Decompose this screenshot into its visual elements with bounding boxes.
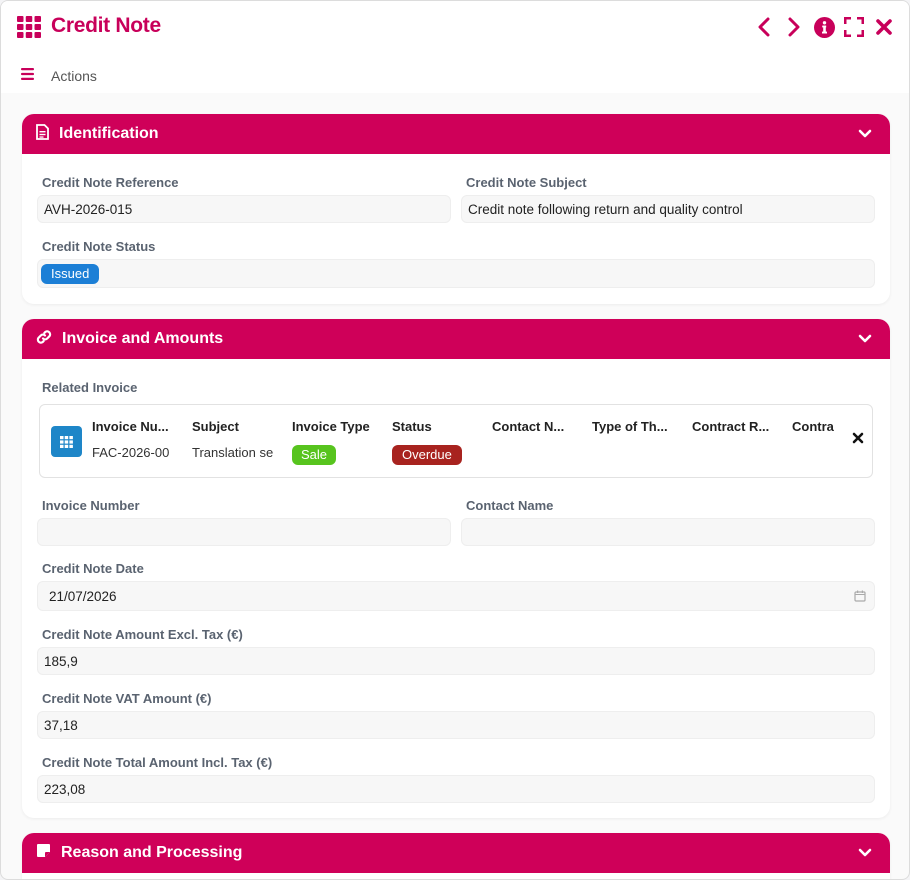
page-title: Credit Note bbox=[51, 14, 161, 37]
invoice-amounts-header[interactable]: Invoice and Amounts bbox=[22, 319, 890, 359]
identification-header[interactable]: Identification bbox=[22, 114, 890, 154]
section-title: Reason and Processing bbox=[61, 844, 243, 861]
date-value: 21/07/2026 bbox=[49, 588, 117, 604]
date-label: Credit Note Date bbox=[42, 561, 144, 576]
chevron-right-icon[interactable] bbox=[783, 16, 805, 38]
date-field[interactable]: 21/07/2026 bbox=[37, 581, 875, 611]
column-header: Type of Th... bbox=[592, 419, 668, 434]
note-icon bbox=[36, 843, 51, 863]
status-field[interactable]: Issued bbox=[37, 259, 875, 288]
status-cell: Overdue bbox=[392, 445, 462, 465]
total-field[interactable]: 223,08 bbox=[37, 775, 875, 803]
invoice-number-field[interactable] bbox=[37, 518, 451, 546]
chevron-down-icon[interactable] bbox=[858, 126, 872, 144]
column-header: Status bbox=[392, 419, 432, 434]
related-invoice-card[interactable]: Invoice Nu... Subject Invoice Type Statu… bbox=[39, 404, 873, 478]
contact-name-label: Contact Name bbox=[466, 498, 554, 513]
amount-excl-label: Credit Note Amount Excl. Tax (€) bbox=[42, 627, 243, 642]
subject-field[interactable]: Credit note following return and quality… bbox=[461, 195, 875, 223]
chevron-down-icon[interactable] bbox=[858, 845, 872, 863]
column-header: Contact N... bbox=[492, 419, 565, 434]
section-title: Identification bbox=[59, 125, 159, 142]
table-icon bbox=[51, 426, 82, 457]
close-icon[interactable] bbox=[873, 16, 895, 38]
credit-note-window: Credit Note Actions Identification Credi… bbox=[0, 0, 910, 880]
calendar-icon[interactable] bbox=[854, 590, 866, 605]
overdue-badge: Overdue bbox=[392, 445, 462, 465]
related-invoice-label: Related Invoice bbox=[42, 380, 138, 395]
column-header: Subject bbox=[192, 419, 239, 434]
window-controls bbox=[753, 16, 895, 38]
column-header: Invoice Type bbox=[292, 419, 370, 434]
menu-icon[interactable] bbox=[21, 67, 35, 85]
contact-name-field[interactable] bbox=[461, 518, 875, 546]
vat-field[interactable]: 37,18 bbox=[37, 711, 875, 739]
reason-processing-header[interactable]: Reason and Processing bbox=[22, 833, 890, 873]
invoice-type-badge: Sale bbox=[292, 445, 337, 465]
reason-processing-section: Reason and Processing bbox=[22, 833, 890, 879]
invoice-number-cell: FAC-2026-00 bbox=[92, 445, 170, 460]
status-badge: Issued bbox=[41, 263, 100, 284]
link-icon bbox=[36, 329, 52, 350]
grid-icon bbox=[17, 16, 41, 38]
invoice-type-cell: Sale bbox=[292, 445, 337, 465]
actions-label[interactable]: Actions bbox=[51, 68, 97, 84]
vat-label: Credit Note VAT Amount (€) bbox=[42, 691, 212, 706]
actions-menu[interactable]: Actions bbox=[21, 67, 97, 85]
fullscreen-icon[interactable] bbox=[843, 16, 865, 38]
reference-label: Credit Note Reference bbox=[42, 175, 179, 190]
top-bar: Credit Note Actions bbox=[1, 1, 909, 93]
remove-icon[interactable] bbox=[852, 431, 864, 449]
total-label: Credit Note Total Amount Incl. Tax (€) bbox=[42, 755, 273, 770]
chevron-left-icon[interactable] bbox=[753, 16, 775, 38]
invoice-number-label: Invoice Number bbox=[42, 498, 140, 513]
identification-section: Identification Credit Note Reference AVH… bbox=[22, 114, 890, 304]
subject-label: Credit Note Subject bbox=[466, 175, 587, 190]
column-header: Invoice Nu... bbox=[92, 419, 169, 434]
column-header: Contract R... bbox=[692, 419, 770, 434]
column-header: Contra bbox=[792, 419, 834, 434]
document-icon bbox=[36, 123, 49, 145]
chevron-down-icon[interactable] bbox=[858, 331, 872, 349]
reference-field[interactable]: AVH-2026-015 bbox=[37, 195, 451, 223]
info-icon[interactable] bbox=[813, 16, 835, 38]
section-title: Invoice and Amounts bbox=[62, 330, 224, 347]
amount-excl-field[interactable]: 185,9 bbox=[37, 647, 875, 675]
invoice-amounts-section: Invoice and Amounts Related Invoice Invo… bbox=[22, 319, 890, 818]
subject-cell: Translation se bbox=[192, 445, 274, 460]
status-label: Credit Note Status bbox=[42, 239, 156, 254]
